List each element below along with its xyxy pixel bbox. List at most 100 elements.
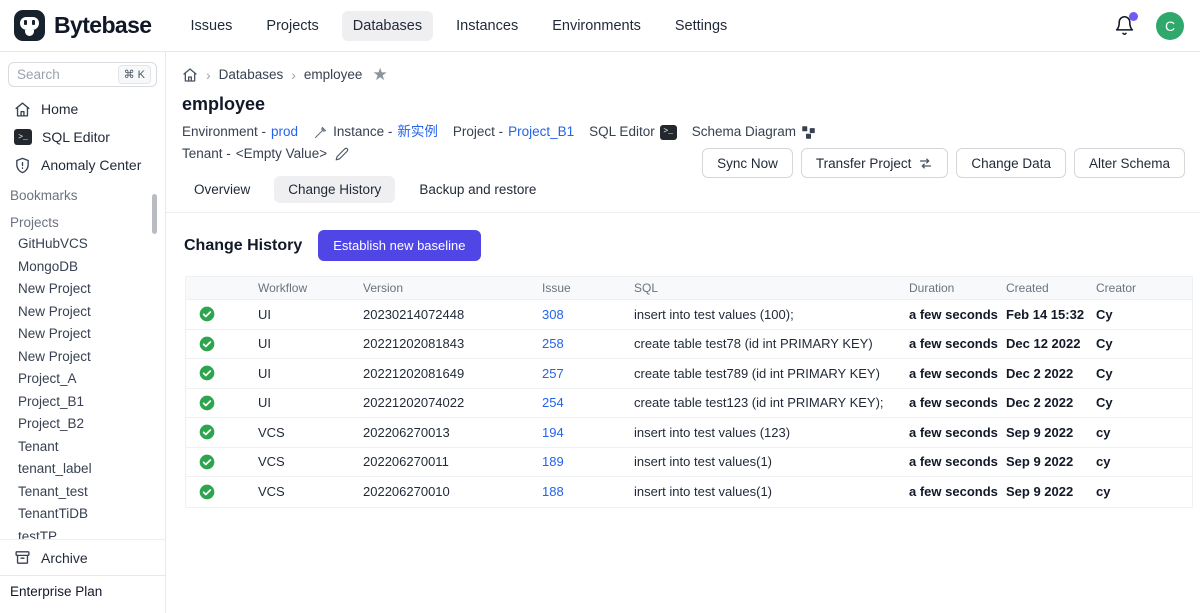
- change-history-row[interactable]: VCS202206270013194insert into test value…: [186, 418, 1192, 448]
- environment-link[interactable]: prod: [271, 122, 298, 142]
- created-cell: Sep 9 2022: [1006, 454, 1096, 469]
- project-item[interactable]: Project_B1: [0, 391, 165, 414]
- issue-link[interactable]: 189: [542, 454, 634, 469]
- schema-diagram-meta[interactable]: Schema Diagram: [692, 122, 816, 142]
- sidebar-item-sql-editor[interactable]: >_ SQL Editor: [0, 123, 165, 151]
- tab-overview[interactable]: Overview: [180, 176, 264, 203]
- status-success-icon: [186, 484, 258, 500]
- duration-cell: a few seconds: [909, 336, 1006, 351]
- change-history-row[interactable]: VCS202206270011189insert into test value…: [186, 448, 1192, 478]
- tenant-label: Tenant -: [182, 144, 231, 164]
- nav-item-instances[interactable]: Instances: [445, 11, 529, 41]
- project-item[interactable]: Project_B2: [0, 413, 165, 436]
- nav-links: Issues Projects Databases Instances Environm…: [179, 11, 738, 41]
- terminal-icon: >_: [14, 129, 32, 145]
- search-input[interactable]: Search ⌘ K: [8, 62, 157, 87]
- created-cell: Feb 14 15:32: [1006, 307, 1096, 322]
- change-history-row[interactable]: UI20221202081843258create table test78 (…: [186, 330, 1192, 360]
- change-history-row[interactable]: UI20221202074022254create table test123 …: [186, 389, 1192, 419]
- version-cell: 202206270010: [363, 484, 542, 499]
- sidebar-item-label: Home: [41, 101, 78, 117]
- schema-diagram-icon: [801, 125, 816, 140]
- tab-change-history[interactable]: Change History: [274, 176, 395, 203]
- success-check-icon: [199, 484, 215, 500]
- bytebase-logo-icon: [14, 10, 45, 41]
- duration-cell: a few seconds: [909, 454, 1006, 469]
- project-item[interactable]: TenantTiDB: [0, 503, 165, 526]
- creator-cell: cy: [1096, 454, 1192, 469]
- plan-label: Enterprise Plan: [0, 575, 165, 613]
- version-cell: 20221202081649: [363, 366, 542, 381]
- project-item[interactable]: New Project: [0, 346, 165, 369]
- establish-baseline-button[interactable]: Establish new baseline: [318, 230, 480, 261]
- change-history-title: Change History: [184, 237, 302, 255]
- success-check-icon: [199, 306, 215, 322]
- project-item[interactable]: MongoDB: [0, 256, 165, 279]
- sql-cell: insert into test values (100);: [634, 307, 909, 322]
- issue-link[interactable]: 308: [542, 307, 634, 322]
- success-check-icon: [199, 336, 215, 352]
- search-shortcut-badge: ⌘ K: [118, 65, 151, 84]
- alter-schema-button[interactable]: Alter Schema: [1074, 148, 1185, 178]
- sidebar-item-anomaly-center[interactable]: Anomaly Center: [0, 151, 165, 179]
- project-item[interactable]: GitHubVCS: [0, 233, 165, 256]
- environment-meta: Environment - prod: [182, 122, 298, 142]
- instance-link[interactable]: 新实例: [397, 122, 438, 142]
- change-history-row[interactable]: UI20230214072448308insert into test valu…: [186, 300, 1192, 330]
- created-cell: Sep 9 2022: [1006, 425, 1096, 440]
- nav-item-settings[interactable]: Settings: [664, 11, 738, 41]
- issue-link[interactable]: 188: [542, 484, 634, 499]
- project-item[interactable]: tenant_label: [0, 458, 165, 481]
- project-item[interactable]: Tenant: [0, 436, 165, 459]
- edit-pencil-icon[interactable]: [335, 147, 349, 161]
- bytebase-logo[interactable]: Bytebase: [0, 10, 151, 41]
- breadcrumb-item-databases[interactable]: Databases: [219, 67, 284, 82]
- sidebar-scrollbar[interactable]: [152, 194, 157, 234]
- workflow-cell: VCS: [258, 425, 363, 440]
- home-icon: [14, 101, 31, 118]
- workflow-cell: UI: [258, 307, 363, 322]
- breadcrumb-item-employee[interactable]: employee: [304, 67, 363, 82]
- notifications-button[interactable]: [1114, 15, 1136, 37]
- issue-link[interactable]: 194: [542, 425, 634, 440]
- tenant-value: <Empty Value>: [236, 144, 327, 164]
- nav-item-issues[interactable]: Issues: [179, 11, 243, 41]
- change-history-row[interactable]: VCS202206270010188insert into test value…: [186, 477, 1192, 507]
- issue-link[interactable]: 254: [542, 395, 634, 410]
- archive-icon: [14, 549, 31, 566]
- sidebar-item-archive[interactable]: Archive: [0, 539, 165, 575]
- nav-item-databases[interactable]: Databases: [342, 11, 433, 41]
- issue-link[interactable]: 258: [542, 336, 634, 351]
- breadcrumb-home-icon[interactable]: [182, 67, 198, 83]
- column-header: Created: [1006, 281, 1096, 295]
- project-item[interactable]: Tenant_test: [0, 481, 165, 504]
- project-item[interactable]: New Project: [0, 323, 165, 346]
- project-item[interactable]: Project_A: [0, 368, 165, 391]
- change-data-button[interactable]: Change Data: [956, 148, 1066, 178]
- nav-item-projects[interactable]: Projects: [255, 11, 329, 41]
- transfer-project-button[interactable]: Transfer Project: [801, 148, 949, 178]
- workflow-cell: VCS: [258, 454, 363, 469]
- page-header: employee Environment - prod Instance - 新…: [166, 94, 1200, 164]
- project-meta: Project - Project_B1: [453, 122, 574, 142]
- nav-item-environments[interactable]: Environments: [541, 11, 652, 41]
- tab-backup-and-restore[interactable]: Backup and restore: [405, 176, 550, 203]
- header-actions: Sync Now Transfer ProjectChange Data Alter…: [702, 148, 1185, 178]
- user-avatar[interactable]: C: [1156, 12, 1184, 40]
- workflow-cell: UI: [258, 336, 363, 351]
- engine-icon: [313, 125, 328, 140]
- issue-link[interactable]: 257: [542, 366, 634, 381]
- sql-editor-meta[interactable]: SQL Editor >_: [589, 122, 677, 142]
- project-item[interactable]: New Project: [0, 278, 165, 301]
- creator-cell: Cy: [1096, 366, 1192, 381]
- bookmark-star-icon[interactable]: ★: [372, 66, 387, 83]
- project-item[interactable]: New Project: [0, 301, 165, 324]
- change-history-row[interactable]: UI20221202081649257create table test789 …: [186, 359, 1192, 389]
- status-success-icon: [186, 365, 258, 381]
- bookmarks-section-label: Bookmarks: [0, 179, 165, 206]
- page-title: employee: [182, 94, 1184, 115]
- project-link[interactable]: Project_B1: [508, 122, 574, 142]
- sidebar-item-home[interactable]: Home: [0, 95, 165, 123]
- sync-now-button[interactable]: Sync Now: [702, 148, 793, 178]
- creator-cell: Cy: [1096, 307, 1192, 322]
